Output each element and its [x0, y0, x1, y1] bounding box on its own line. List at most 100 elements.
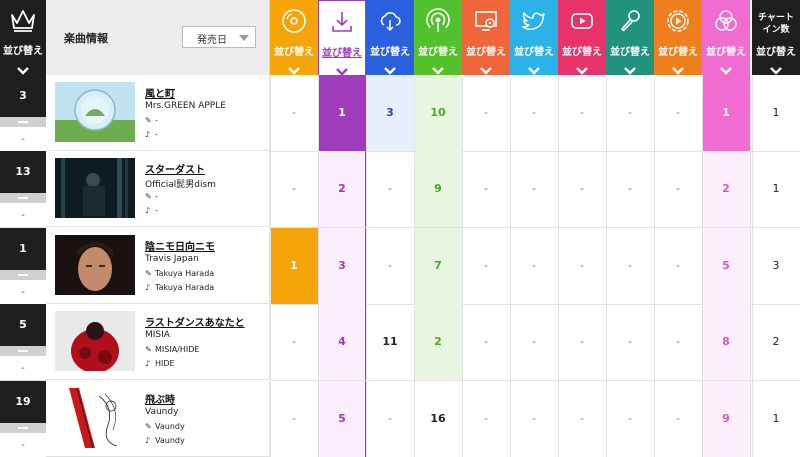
- music-note-icon: ♪: [145, 283, 151, 292]
- rank-cell-streaming: 3: [366, 75, 414, 151]
- song-title-link[interactable]: 風と町: [145, 85, 175, 100]
- lowest-rank-value: -: [0, 127, 46, 152]
- pc-lookup-icon: [473, 8, 499, 34]
- rank-cell-download: 5: [318, 381, 366, 457]
- song-info-cell: ラストダンスあなたと MISIA ✎ MISIA/HIDE ♪ HIDE: [46, 304, 270, 380]
- rank-cell-youtube: -: [580, 182, 584, 195]
- composer-name: Vaundy: [155, 436, 185, 445]
- dash-mark: [18, 350, 28, 352]
- col-header-streaming[interactable]: 並び替え: [366, 0, 414, 75]
- lyricist-name: -: [155, 116, 158, 125]
- composer-name: -: [155, 206, 158, 215]
- col-sort-label: 並び替え: [658, 47, 698, 58]
- sort-select-value: 発売日: [197, 35, 227, 46]
- album-art-thumbnail[interactable]: [55, 235, 135, 295]
- previous-rank-cell: 19 -: [0, 381, 46, 457]
- rank-cell-download: 3: [318, 228, 366, 304]
- composer-name: HIDE: [155, 359, 175, 368]
- rank-sort-label: 並び替え: [3, 46, 43, 57]
- pencil-icon: ✎: [145, 192, 152, 201]
- rank-cell-karaoke: -: [628, 259, 632, 272]
- col-sort-label: 並び替え: [514, 47, 554, 58]
- col-header-hot100[interactable]: 並び替え: [702, 0, 750, 75]
- previous-rank-cell: 1-: [0, 228, 46, 305]
- rank-cell-gyao: -: [676, 259, 680, 272]
- previous-rank-cell: 3-: [0, 75, 46, 152]
- col-header-lookup[interactable]: 並び替え: [462, 0, 510, 75]
- col-header-download[interactable]: 並び替え: [318, 0, 366, 76]
- music-note-icon: ♪: [145, 206, 151, 215]
- lowest-rank-value: -: [0, 280, 46, 305]
- col-header-gyao[interactable]: 並び替え: [654, 0, 702, 75]
- composer-name: -: [155, 130, 158, 139]
- rank-cell-youtube: -: [580, 106, 584, 119]
- column-divider: [654, 75, 655, 457]
- song-info-header: 楽曲情報 発売日: [46, 0, 270, 75]
- composer-credit: ♪ Takuya Harada: [145, 283, 214, 292]
- rank-sort-header[interactable]: 並び替え: [0, 0, 46, 75]
- song-title-link[interactable]: 飛ぶ時: [145, 391, 175, 406]
- col-sort-label: 並び替え: [610, 47, 650, 58]
- composer-credit: ♪ Vaundy: [145, 436, 185, 445]
- song-info-label: 楽曲情報: [64, 32, 108, 45]
- composer-name: Takuya Harada: [155, 283, 215, 292]
- column-divider: [750, 75, 751, 457]
- col-header-twitter[interactable]: 並び替え: [510, 0, 558, 75]
- rank-cell-twitter: -: [532, 412, 536, 425]
- release-date-sort-select[interactable]: 発売日: [182, 26, 256, 48]
- song-info-cell: 飛ぶ時 Vaundy ✎ Vaundy ♪ Vaundy: [46, 381, 270, 457]
- column-divider: [752, 75, 753, 457]
- chart-in-sort-label: 並び替え: [756, 47, 796, 58]
- column-divider: [462, 75, 463, 457]
- rank-cell-hot100: 8: [702, 304, 750, 380]
- rank-cell-cd-sales: -: [292, 412, 296, 425]
- column-divider: [414, 75, 415, 457]
- rank-cell-cd-sales: -: [292, 106, 296, 119]
- col-sort-label: 並び替え: [706, 47, 746, 58]
- chart-in-count-cell: 1: [772, 182, 780, 195]
- song-title-link[interactable]: スターダスト: [145, 161, 205, 176]
- rank-cell-download: 2: [318, 151, 366, 227]
- song-title-link[interactable]: 陰ニモ日向ニモ: [145, 238, 215, 253]
- pencil-icon: ✎: [145, 422, 152, 431]
- rank-cell-radio: 2: [414, 304, 462, 380]
- col-header-youtube[interactable]: 並び替え: [558, 0, 606, 75]
- col-header-radio[interactable]: 並び替え: [414, 0, 462, 75]
- rank-cell-karaoke: -: [628, 106, 632, 119]
- cloud-streaming-icon: [377, 8, 403, 34]
- rank-cell-streaming: -: [388, 182, 392, 195]
- music-note-icon: ♪: [145, 130, 151, 139]
- rank-cell-radio: 16: [430, 412, 446, 425]
- dash-mark: [18, 427, 28, 429]
- rank-cell-download: 4: [318, 304, 366, 380]
- chart-in-count-cell: 1: [772, 106, 780, 119]
- lyricist-name: Takuya Harada: [155, 269, 215, 278]
- col-sort-label: 並び替え: [370, 47, 410, 58]
- song-title-link[interactable]: ラストダンスあなたと: [145, 314, 245, 329]
- lowest-rank-value: -: [0, 203, 46, 228]
- album-art-thumbnail[interactable]: [55, 388, 135, 448]
- rank-cell-youtube: -: [580, 259, 584, 272]
- dropdown-arrow-icon: [239, 35, 249, 41]
- rank-cell-cd-sales: -: [292, 182, 296, 195]
- column-divider: [606, 75, 607, 457]
- lyricist-credit: ✎ Takuya Harada: [145, 269, 214, 278]
- chart-in-count-header[interactable]: チャート イン数 並び替え: [752, 0, 800, 75]
- album-art-thumbnail[interactable]: [55, 311, 135, 371]
- composer-credit: ♪ -: [145, 206, 158, 215]
- pencil-icon: ✎: [145, 116, 152, 125]
- previous-rank-number: 19: [15, 395, 31, 408]
- pencil-icon: ✎: [145, 269, 152, 278]
- song-info-cell: スターダスト Official髭男dism ✎ - ♪ -: [46, 151, 270, 227]
- col-sort-label: 並び替え: [466, 47, 506, 58]
- rank-cell-download: 1: [318, 75, 366, 151]
- rank-cell-gyao: -: [676, 335, 680, 348]
- column-divider: [510, 75, 511, 457]
- previous-rank-number: 1: [19, 242, 27, 255]
- column-divider: [270, 75, 271, 457]
- album-art-thumbnail[interactable]: [55, 82, 135, 142]
- rank-cell-gyao: -: [676, 412, 680, 425]
- col-header-cd-sales[interactable]: 並び替え: [270, 0, 318, 75]
- album-art-thumbnail[interactable]: [55, 158, 135, 218]
- col-header-karaoke[interactable]: 並び替え: [606, 0, 654, 75]
